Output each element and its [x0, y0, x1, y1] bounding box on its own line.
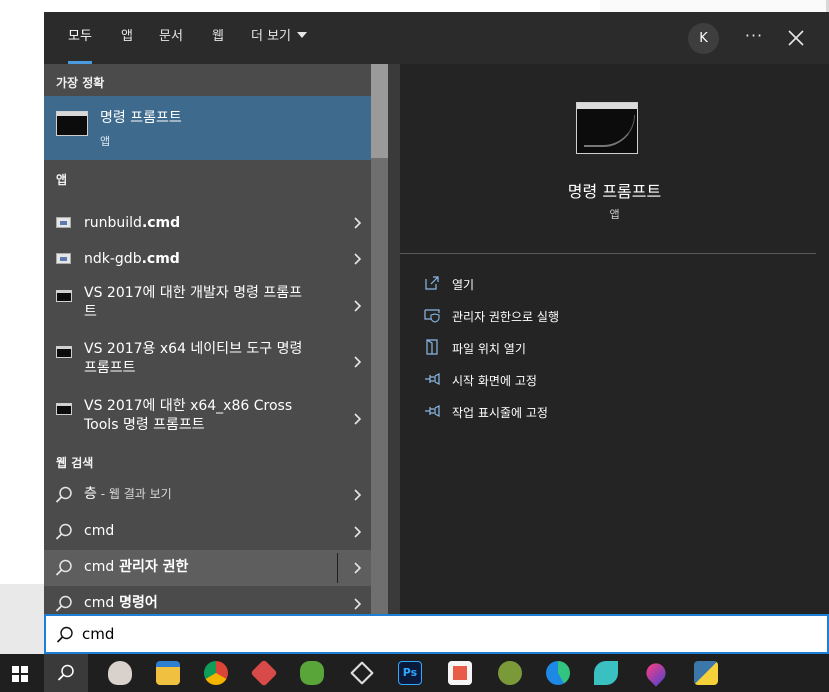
web-result-label: cmd: [84, 523, 115, 539]
chrome-icon[interactable]: [194, 654, 238, 692]
command-prompt-icon: [56, 290, 72, 302]
search-icon: [55, 595, 72, 612]
background-window-fragment: [0, 584, 44, 654]
app2-icon[interactable]: [488, 654, 532, 692]
app3-icon[interactable]: [584, 654, 628, 692]
search-icon: [56, 626, 73, 643]
scrollbar-thumb[interactable]: [371, 64, 388, 158]
row-divider: [337, 553, 338, 583]
best-match-title: 명령 프롬프트: [100, 110, 182, 126]
app-result-label: VS 2017에 대한 x64_x86 Cross Tools 명령 프롬프트: [84, 398, 293, 433]
chevron-right-icon[interactable]: [351, 597, 365, 611]
search-input[interactable]: [82, 622, 682, 646]
file-explorer-icon[interactable]: [146, 654, 190, 692]
search-icon: [55, 559, 72, 576]
unity-icon[interactable]: [340, 654, 384, 692]
photoshop-icon[interactable]: Ps: [388, 654, 432, 692]
app-result-label: VS 2017용 x64 네이티브 도구 명령 프롬프트: [84, 341, 303, 376]
list-item[interactable]: ndk-gdb.cmd: [44, 240, 371, 278]
results-list: 가장 정확 명령 프롬프트 앱 앱 runbuild.cmd ndk-gdb.c…: [44, 64, 371, 614]
command-prompt-icon: [56, 111, 88, 136]
file-icon: [56, 253, 71, 264]
photo-icon[interactable]: [438, 654, 482, 692]
pin-icon: [425, 373, 440, 385]
python-icon[interactable]: [684, 654, 728, 692]
list-item[interactable]: VS 2017에 대한 x64_x86 Cross Tools 명령 프롬프트: [44, 391, 371, 447]
chevron-right-icon[interactable]: [351, 525, 365, 539]
start-button[interactable]: [0, 654, 44, 692]
account-avatar[interactable]: K: [688, 23, 719, 54]
list-item[interactable]: cmd: [44, 514, 371, 550]
windows-logo-icon: [12, 666, 28, 682]
preview-pane: 명령 프롬프트 앱 열기 관리자 권한으로 실행 파일 위치 열기 시작 화면에…: [400, 64, 829, 614]
section-best-match: 가장 정확: [56, 76, 105, 90]
search-box[interactable]: [44, 614, 829, 654]
results-scrollbar[interactable]: [371, 64, 388, 614]
app-result-label: VS 2017에 대한 개발자 명령 프롬프 트: [84, 285, 303, 320]
more-options-icon[interactable]: ···: [742, 23, 766, 53]
tab-apps[interactable]: 앱: [121, 12, 133, 64]
list-item[interactable]: cmd 명령어: [44, 586, 371, 614]
tab-more[interactable]: 더 보기: [251, 12, 308, 64]
chevron-right-icon[interactable]: [351, 299, 365, 313]
file-icon: [56, 217, 71, 228]
taskbar: Ps: [0, 654, 829, 692]
app-result-label: runbuild.cmd: [84, 215, 181, 231]
chevron-right-icon[interactable]: [351, 488, 365, 502]
app-icon[interactable]: [242, 654, 286, 692]
paint-icon[interactable]: [98, 654, 142, 692]
search-icon: [55, 523, 72, 540]
tab-all[interactable]: 모두: [68, 12, 92, 64]
list-item[interactable]: VS 2017에 대한 개발자 명령 프롬프 트: [44, 278, 371, 334]
start-search-panel: 모두 앱 문서 웹 더 보기 K ··· 가장 정확 명령 프롬프트 앱 앱 r…: [44, 12, 829, 654]
drop-icon[interactable]: [634, 654, 678, 692]
list-item[interactable]: runbuild.cmd: [44, 204, 371, 242]
search-icon: [57, 664, 74, 681]
tab-web[interactable]: 웹: [212, 12, 224, 64]
chevron-right-icon[interactable]: [351, 355, 365, 369]
edge-icon[interactable]: [536, 654, 580, 692]
shield-icon: [424, 309, 440, 323]
web-result-label: cmd 관리자 권한: [84, 559, 189, 575]
section-apps: 앱: [56, 173, 68, 187]
search-icon: [55, 486, 72, 503]
web-result-label: 층 - 웹 결과 보기: [84, 486, 172, 502]
list-item[interactable]: cmd 관리자 권한: [44, 550, 371, 586]
command-prompt-icon: [56, 403, 72, 415]
command-prompt-icon: [576, 102, 638, 154]
best-match-subtitle: 앱: [100, 135, 111, 148]
preview-subtitle: 앱: [609, 208, 620, 221]
web-result-label: cmd 명령어: [84, 595, 158, 611]
chevron-down-icon: [297, 32, 308, 38]
tab-documents[interactable]: 문서: [159, 12, 183, 64]
chevron-right-icon[interactable]: [351, 412, 365, 426]
command-prompt-icon: [56, 346, 72, 358]
preview-separator: [400, 253, 816, 254]
best-match-item[interactable]: 명령 프롬프트 앱: [44, 96, 371, 160]
list-item[interactable]: VS 2017용 x64 네이티브 도구 명령 프롬프트: [44, 334, 371, 390]
search-tabs-bar: 모두 앱 문서 웹 더 보기 K ···: [44, 12, 829, 64]
app-result-label: ndk-gdb.cmd: [84, 251, 180, 267]
chevron-right-icon[interactable]: [351, 252, 365, 266]
chevron-right-icon[interactable]: [351, 216, 365, 230]
list-item[interactable]: 층 - 웹 결과 보기: [44, 477, 371, 513]
open-icon: [425, 276, 439, 290]
pane-divider: [388, 64, 400, 614]
taskbar-search-button[interactable]: [44, 654, 88, 692]
preview-title: 명령 프롬프트: [567, 182, 662, 201]
section-web-search: 웹 검색: [56, 456, 94, 470]
tab-more-label: 더 보기: [251, 29, 292, 44]
chevron-right-icon[interactable]: [351, 561, 365, 575]
close-icon[interactable]: [784, 26, 808, 50]
pin-icon: [425, 405, 440, 417]
spring-icon[interactable]: [290, 654, 334, 692]
folder-icon: [426, 339, 438, 355]
